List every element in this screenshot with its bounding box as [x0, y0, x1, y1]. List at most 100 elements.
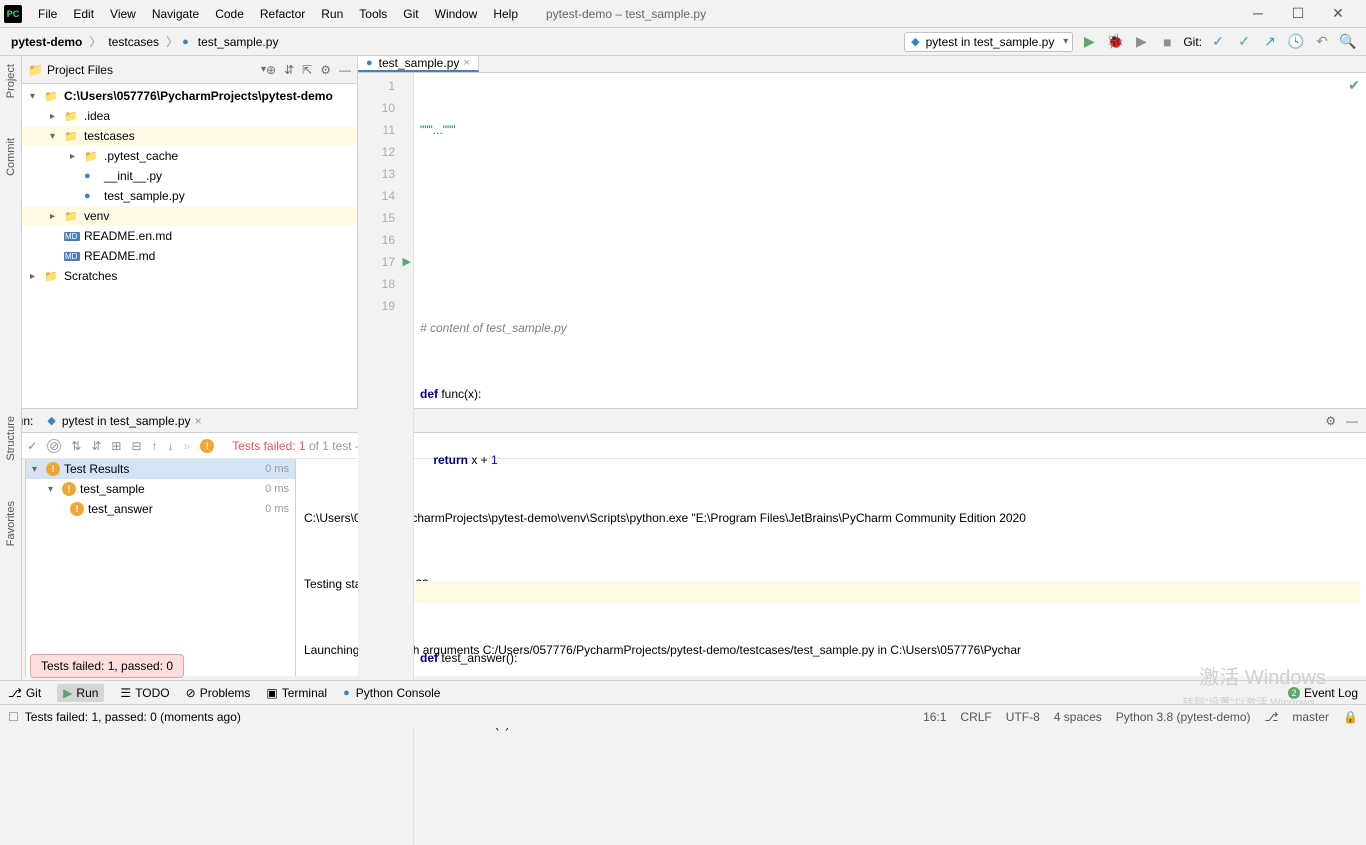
lock-icon[interactable]: 🔒 [1343, 710, 1358, 724]
python-interpreter[interactable]: Python 3.8 (pytest-demo) [1116, 710, 1251, 724]
code-editor[interactable]: 110111213141516171819 ▶ """...""" # cont… [358, 73, 1366, 845]
hide-panel-icon[interactable]: — [339, 63, 351, 77]
menu-edit[interactable]: Edit [65, 0, 102, 27]
status-bar: ☐ Tests failed: 1, passed: 0 (moments ag… [0, 704, 1366, 728]
test-root[interactable]: ▾!Test Results0 ms [26, 459, 295, 479]
navigation-bar: pytest-demo 〉 testcases 〉 ● test_sample.… [0, 28, 1366, 56]
python-file-icon: ● [366, 57, 373, 69]
stop-run-button[interactable]: ⊘ [47, 439, 61, 453]
file-encoding[interactable]: UTF-8 [1006, 710, 1040, 724]
tab-git[interactable]: ⎇Git [8, 686, 41, 700]
tool-project[interactable]: Project [5, 64, 17, 98]
test-results-tree[interactable]: ▾!Test Results0 ms ▾!test_sample0 ms !te… [26, 459, 296, 676]
sort-alpha-button[interactable]: ⇵ [91, 439, 101, 453]
caret-position[interactable]: 16:1 [923, 710, 946, 724]
run-config-label: pytest in test_sample.py [926, 35, 1055, 49]
sort-button[interactable]: ⇅ [71, 439, 81, 453]
close-button[interactable]: ✕ [1326, 5, 1350, 22]
tab-terminal[interactable]: ▣Terminal [266, 686, 327, 700]
minimize-button[interactable]: ─ [1246, 5, 1270, 22]
stop-button[interactable]: ■ [1157, 32, 1177, 52]
git-rollback-button[interactable]: ↶ [1312, 32, 1332, 52]
tree-scratches[interactable]: Scratches [64, 269, 117, 283]
project-tree[interactable]: ▾📁C:\Users\057776\PycharmProjects\pytest… [22, 84, 357, 408]
tool-structure[interactable]: Structure [5, 416, 17, 461]
tree-pytest-cache[interactable]: .pytest_cache [104, 149, 178, 163]
tree-readme-en[interactable]: README.en.md [84, 229, 172, 243]
main-menubar: PC File Edit View Navigate Code Refactor… [0, 0, 1366, 28]
expand-all-icon[interactable]: ⇵ [284, 63, 294, 77]
next-test-button[interactable]: ↓ [168, 439, 174, 453]
close-tab-button[interactable]: × [463, 57, 469, 69]
folder-icon: 📁 [84, 150, 100, 163]
line-separator[interactable]: CRLF [960, 710, 991, 724]
left-tool-strip: Project Commit [0, 56, 22, 408]
tree-root[interactable]: C:\Users\057776\PycharmProjects\pytest-d… [64, 89, 333, 103]
git-push-button[interactable]: ↗ [1260, 32, 1280, 52]
run-tab[interactable]: ◆ pytest in test_sample.py × [41, 414, 207, 428]
editor-area: ● test_sample.py × 110111213141516171819… [358, 56, 1366, 408]
project-view-title[interactable]: Project Files [47, 63, 261, 77]
menu-code[interactable]: Code [207, 0, 252, 27]
python-file-icon: ● [84, 190, 100, 202]
git-branch[interactable]: master [1292, 710, 1329, 724]
indent-settings[interactable]: 4 spaces [1054, 710, 1102, 724]
menu-file[interactable]: File [30, 0, 65, 27]
run-config-selector[interactable]: ◆ pytest in test_sample.py [904, 32, 1073, 52]
tree-idea[interactable]: .idea [84, 109, 110, 123]
tab-problems[interactable]: ⊘Problems [186, 686, 251, 700]
collapse-button[interactable]: ⊟ [131, 439, 141, 453]
search-everywhere-button[interactable]: 🔍 [1338, 32, 1358, 52]
python-file-icon: ● [182, 36, 189, 48]
tree-venv[interactable]: venv [84, 209, 109, 223]
crumb-project[interactable]: pytest-demo [8, 35, 85, 49]
run-button[interactable]: ▶ [1079, 32, 1099, 52]
menu-tools[interactable]: Tools [351, 0, 395, 27]
test-fail-icon: ! [200, 439, 214, 453]
collapse-all-icon[interactable]: ⇱ [302, 63, 312, 77]
notification-balloon[interactable]: Tests failed: 1, passed: 0 [30, 654, 184, 678]
maximize-button[interactable]: ☐ [1286, 5, 1310, 22]
inspection-ok-icon[interactable]: ✔ [1348, 77, 1360, 94]
git-history-button[interactable]: 🕓 [1286, 32, 1306, 52]
left-tool-strip-bottom: Structure Favorites [0, 408, 22, 680]
menu-navigate[interactable]: Navigate [144, 0, 207, 27]
pytest-icon: ◆ [47, 414, 55, 427]
crumb-file[interactable]: test_sample.py [195, 35, 282, 49]
tree-sample[interactable]: test_sample.py [104, 189, 185, 203]
line-number-gutter: 110111213141516171819 ▶ [358, 73, 414, 845]
test-case[interactable]: !test_answer0 ms [26, 499, 295, 519]
markdown-file-icon: MD [64, 232, 80, 241]
git-update-button[interactable]: ✓ [1208, 32, 1228, 52]
tree-testcases[interactable]: testcases [84, 129, 135, 143]
expand-button[interactable]: ⊞ [111, 439, 121, 453]
menu-git[interactable]: Git [395, 0, 426, 27]
tab-event-log[interactable]: 2Event Log [1288, 686, 1358, 700]
menu-window[interactable]: Window [427, 0, 486, 27]
tool-commit[interactable]: Commit [5, 138, 17, 176]
menu-view[interactable]: View [102, 0, 144, 27]
run-test-gutter-icon[interactable]: ▶ [403, 251, 411, 273]
tree-readme[interactable]: README.md [84, 249, 155, 263]
test-module[interactable]: ▾!test_sample0 ms [26, 479, 295, 499]
crumb-folder[interactable]: testcases [105, 35, 162, 49]
tool-favorites[interactable]: Favorites [5, 501, 17, 546]
menu-help[interactable]: Help [485, 0, 526, 27]
tab-todo[interactable]: ☰TODO [120, 686, 169, 700]
menu-refactor[interactable]: Refactor [252, 0, 313, 27]
editor-tab[interactable]: ● test_sample.py × [358, 56, 479, 72]
app-icon: PC [4, 5, 22, 23]
toggle-auto-test[interactable]: ✓ [27, 439, 37, 453]
git-commit-button[interactable]: ✓ [1234, 32, 1254, 52]
select-opened-file-icon[interactable]: ⊕ [266, 63, 276, 77]
coverage-button[interactable]: ▶ [1131, 32, 1151, 52]
close-run-tab[interactable]: × [195, 414, 202, 428]
prev-test-button[interactable]: ↑ [152, 439, 158, 453]
menu-run[interactable]: Run [313, 0, 351, 27]
tab-run[interactable]: ▶Run [57, 684, 104, 702]
settings-icon[interactable]: ⚙ [320, 63, 331, 77]
tab-python-console[interactable]: ●Python Console [343, 686, 440, 700]
folder-icon: 📁 [64, 130, 80, 143]
debug-button[interactable]: 🐞 [1105, 32, 1125, 52]
tree-init[interactable]: __init__.py [104, 169, 162, 183]
